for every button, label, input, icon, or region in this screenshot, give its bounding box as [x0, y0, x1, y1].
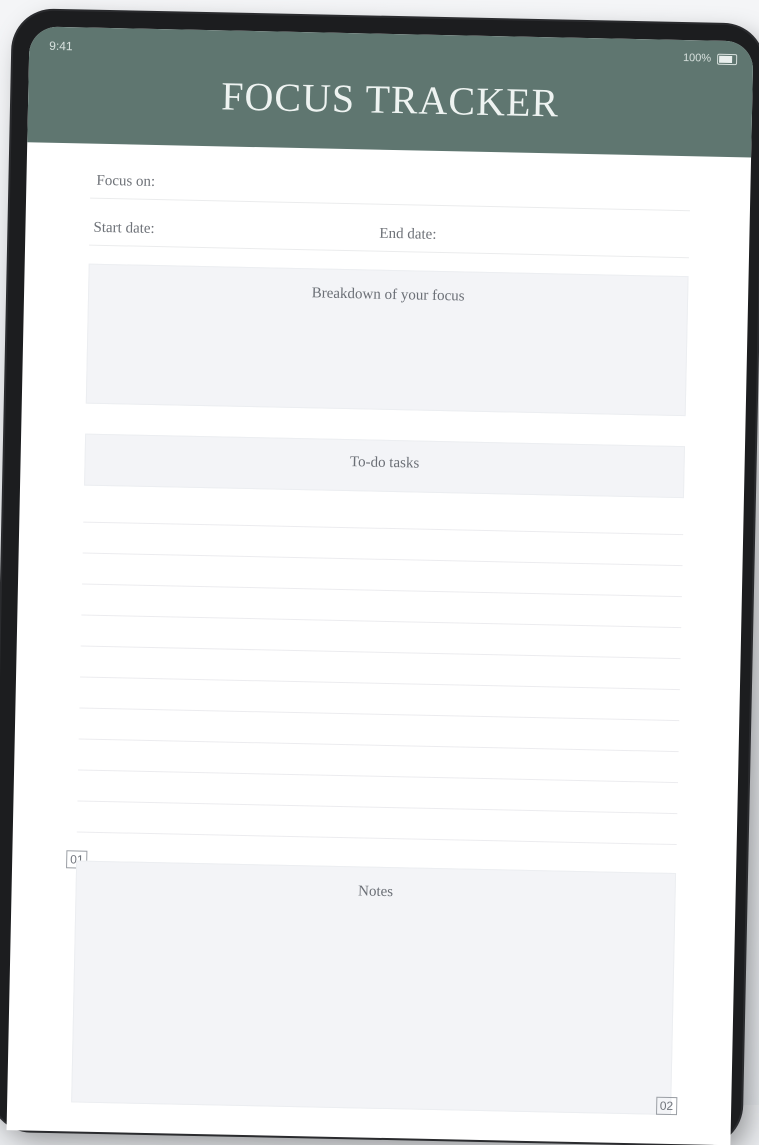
start-date-field[interactable]: Start date:	[93, 220, 155, 238]
to-do-header-box: To-do tasks	[84, 433, 686, 499]
page-title: FOCUS TRACKER	[220, 73, 560, 126]
battery-percentage: 100%	[682, 52, 712, 65]
breakdown-title: Breakdown of your focus	[311, 285, 465, 305]
tracker-form: Focus on: Start date: End date: Breakdow…	[7, 142, 751, 1116]
breakdown-box[interactable]: Breakdown of your focus	[85, 263, 689, 417]
to-do-list	[76, 491, 684, 846]
battery-icon	[717, 53, 738, 65]
tablet-device: 9:41 100% FOCUS TRACKER Focus on: Start …	[0, 10, 759, 1145]
tablet-screen: 9:41 100% FOCUS TRACKER Focus on: Start …	[6, 26, 754, 1145]
end-date-field[interactable]: End date:	[379, 226, 436, 244]
status-time: 9:41	[49, 38, 73, 54]
focus-on-label: Focus on:	[96, 172, 156, 190]
page-mark-bottom-right: 02	[655, 1096, 678, 1116]
notes-box[interactable]: Notes	[71, 860, 677, 1116]
notes-title: Notes	[357, 883, 394, 901]
notes-section: 01 Notes 02	[66, 850, 678, 1116]
to-do-title: To-do tasks	[349, 454, 420, 472]
status-indicators: 100%	[682, 52, 738, 65]
app-header: 9:41 100% FOCUS TRACKER	[27, 26, 754, 158]
